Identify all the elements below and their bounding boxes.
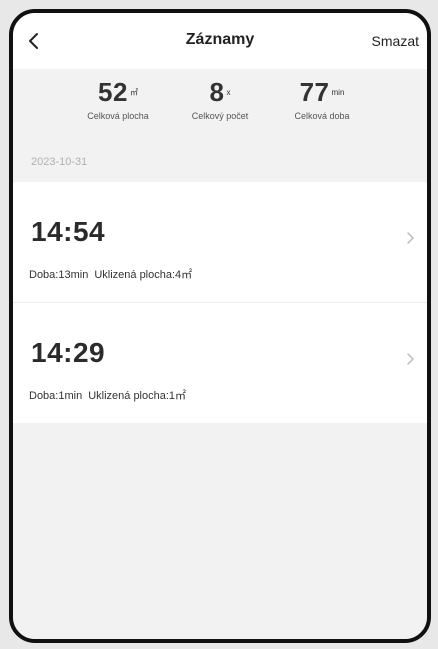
record-duration: Doba:1min (29, 390, 83, 402)
delete-button[interactable]: Smazat (372, 33, 419, 49)
page-title: Záznamy (185, 31, 255, 48)
record-area: Uklizená plocha:1㎡ (88, 390, 187, 402)
date-label: 2023-10-31 (31, 156, 88, 168)
stat-total-duration-unit: min (331, 88, 345, 97)
stat-total-area-value: 52 (98, 77, 128, 107)
record-details: Doba:13min Uklizená plocha:4㎡ (29, 266, 192, 282)
stat-total-duration: 77 min Celková doba (262, 79, 382, 121)
empty-area (13, 423, 427, 639)
record-item[interactable]: 14:54 Doba:13min Uklizená plocha:4㎡ (13, 182, 427, 302)
record-item[interactable]: 14:29 Doba:1min Uklizená plocha:1㎡ (13, 303, 427, 423)
record-duration: Doba:13min (29, 269, 89, 281)
header-bar: Záznamy Smazat (13, 13, 427, 69)
record-time: 14:29 (31, 337, 106, 368)
stat-total-duration-label: Celková doba (294, 111, 350, 121)
stat-total-area-unit: ㎡ (129, 88, 138, 97)
stat-total-duration-value: 77 (299, 77, 330, 107)
chevron-right-icon (407, 353, 414, 365)
record-area: Uklizená plocha:4㎡ (94, 269, 193, 281)
record-time: 14:54 (31, 216, 106, 247)
date-header: 2023-10-31 (13, 144, 427, 182)
stat-total-count-unit: x (226, 88, 231, 97)
record-details: Doba:1min Uklizená plocha:1㎡ (29, 387, 186, 403)
chevron-right-icon (407, 232, 414, 244)
stat-total-count-value: 8 (209, 77, 225, 107)
phone-frame: Záznamy Smazat 52 ㎡ Celková plocha 8x Cel… (9, 9, 431, 643)
summary-panel: 52 ㎡ Celková plocha 8x Celkový počet 77 mi… (13, 69, 427, 144)
